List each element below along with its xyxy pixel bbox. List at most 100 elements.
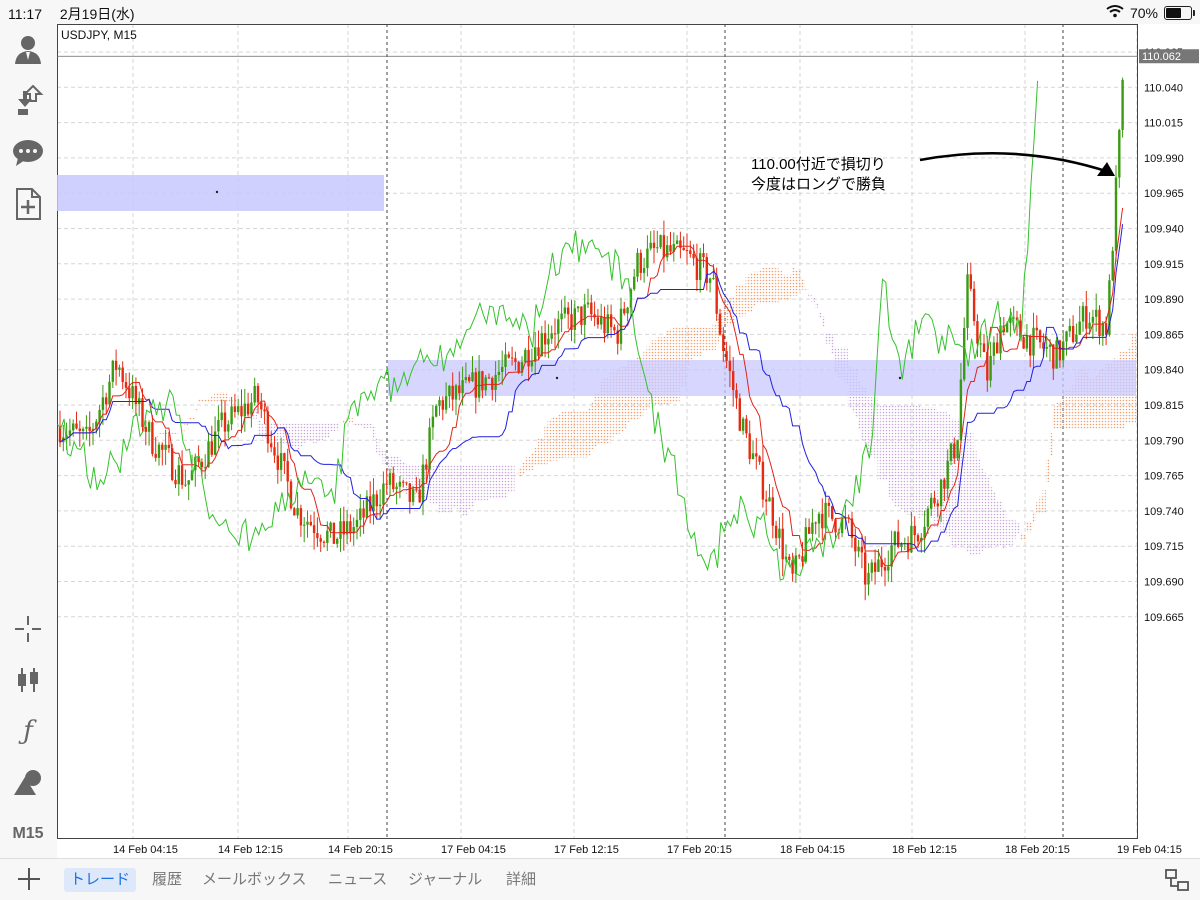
battery-percent: 70% (1129, 4, 1158, 21)
tab-journal[interactable]: ジャーナル (402, 868, 488, 892)
ichimoku-cloud (689, 327, 693, 360)
candle-body (798, 555, 801, 557)
candle-body (550, 333, 553, 339)
account-icon[interactable] (8, 29, 48, 69)
candle-body (223, 412, 227, 432)
tab-trade[interactable]: トレード (64, 868, 137, 892)
ichimoku-cloud (310, 422, 314, 441)
ichimoku-cloud (178, 431, 182, 433)
chat-icon[interactable] (8, 133, 48, 173)
candle-body (725, 351, 728, 361)
candle-body (118, 367, 121, 370)
candle-body (953, 443, 956, 459)
candle-body (649, 242, 652, 249)
candle-body (652, 242, 656, 248)
candle-body (243, 403, 246, 417)
candle-body (817, 513, 821, 524)
price-tick-label: 109.815 (1144, 400, 1184, 412)
candle-body (375, 494, 378, 507)
candle-body (679, 240, 682, 248)
candle-body (656, 247, 659, 249)
candle-body (494, 374, 497, 390)
tab-news[interactable]: ニュース (322, 868, 393, 892)
candle-body (326, 530, 329, 543)
ichimoku-cloud (686, 326, 690, 366)
ichimoku-cloud (1022, 533, 1027, 541)
candle-body (286, 461, 289, 482)
tab-mailbox[interactable]: メールボックス (196, 868, 313, 892)
tab-history[interactable]: 履歴 (146, 868, 188, 892)
candle-body (147, 422, 151, 432)
price-tick-label: 109.790 (1144, 435, 1184, 447)
candle-body (646, 248, 649, 269)
ichimoku-cloud (376, 437, 380, 454)
candle-body (669, 245, 672, 252)
candle-body (913, 525, 916, 536)
candle-body (246, 403, 250, 415)
candle-body (276, 455, 279, 470)
ichimoku-cloud (541, 437, 545, 465)
candle-body (662, 235, 666, 258)
add-icon[interactable] (14, 864, 44, 894)
candle-body (154, 453, 157, 458)
candle-body (322, 541, 326, 543)
ichimoku-cloud (828, 332, 832, 344)
candle-body (128, 387, 131, 399)
ichimoku-cloud (709, 327, 713, 352)
quotes-icon[interactable] (8, 81, 48, 121)
ichimoku-cloud (527, 455, 532, 472)
candle-body (167, 444, 171, 449)
candle-body (250, 402, 253, 415)
ichimoku-cloud (742, 284, 746, 317)
ichimoku-cloud (158, 432, 162, 434)
candle-body (157, 444, 161, 458)
price-axis (1138, 24, 1200, 839)
ichimoku-cloud (907, 404, 911, 515)
ichimoku-cloud (491, 464, 495, 500)
candle-body (873, 562, 877, 572)
candle-body (405, 482, 408, 484)
crosshair-icon[interactable] (8, 609, 48, 649)
candle-body (81, 428, 85, 431)
layout-icon[interactable] (1164, 867, 1190, 893)
ichimoku-cloud (451, 464, 456, 509)
ichimoku-cloud (161, 432, 165, 434)
ichimoku-cloud (306, 422, 310, 442)
candle-body (642, 268, 646, 273)
price-tick-label: 109.765 (1144, 471, 1184, 483)
ichimoku-cloud (970, 431, 974, 555)
status-bar: 11:17 2月19日(水) 70% (0, 0, 1200, 24)
candle-body (458, 385, 461, 394)
candle-body (227, 424, 230, 432)
ichimoku-cloud (494, 464, 499, 499)
ichimoku-cloud (1059, 400, 1063, 430)
ichimoku-cloud (517, 467, 522, 477)
candle-body (471, 372, 474, 382)
candle-body (385, 483, 388, 485)
candle-body (1114, 177, 1118, 251)
ichimoku-cloud (339, 422, 343, 424)
candle-body (72, 423, 75, 431)
ichimoku-cloud (788, 274, 792, 299)
candle-body (501, 366, 504, 372)
ichimoku-cloud (580, 410, 584, 458)
candle-body (266, 411, 270, 444)
time-tick-label: 17 Feb 12:15 (554, 844, 619, 856)
candle-body (860, 546, 864, 553)
price-chart[interactable]: 110.065110.040110.015109.990109.965109.9… (57, 24, 1200, 858)
symbol-label: USDJPY, M15 (61, 28, 137, 42)
time-tick-label: 17 Feb 20:15 (667, 844, 732, 856)
candle-body (517, 362, 520, 373)
ichimoku-cloud (336, 422, 340, 431)
candle-body (989, 355, 992, 381)
candle-body (887, 566, 890, 571)
ichimoku-cloud (313, 422, 317, 445)
ichimoku-cloud (735, 285, 739, 317)
candle-body (831, 505, 834, 520)
timeframe-button[interactable]: M15 (8, 814, 48, 854)
tab-details[interactable]: 詳細 (500, 868, 542, 892)
objects-icon[interactable] (8, 762, 48, 802)
new-order-icon[interactable] (8, 184, 48, 224)
indicators-icon[interactable]: ƒ (8, 711, 48, 751)
chart-type-icon[interactable] (8, 660, 48, 700)
